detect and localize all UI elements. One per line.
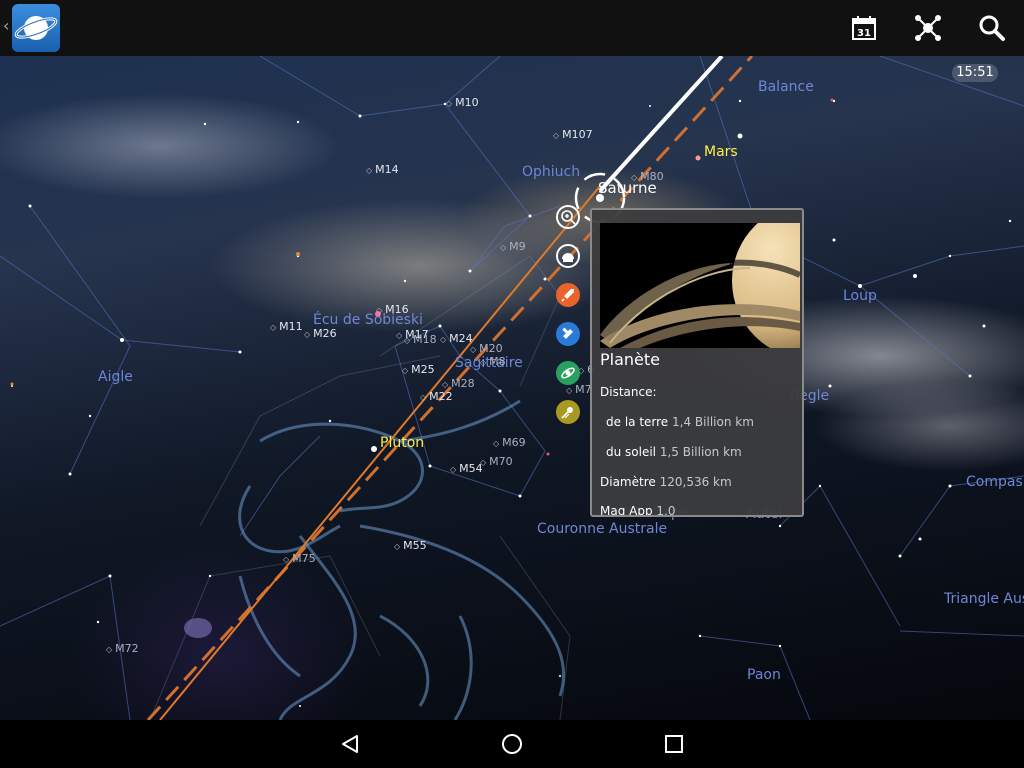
dso-label[interactable]: M11 — [270, 320, 303, 333]
constellation-label[interactable]: Compas — [966, 474, 1023, 490]
dso-label[interactable]: M72 — [106, 642, 139, 655]
magnitude-value: 1,0 — [656, 504, 676, 517]
dso-label[interactable]: M25 — [402, 363, 435, 376]
magnitude-row: Mag App 1,0 — [600, 504, 676, 517]
sky-view[interactable]: Ophiuch Balance Écu de Sobieski Aigle Sa… — [0, 56, 1024, 720]
diameter-value: 120,536 km — [659, 475, 732, 489]
sky-graphics — [0, 56, 1024, 720]
constellation-label[interactable]: Loup — [843, 288, 877, 304]
search-icon[interactable] — [976, 12, 1008, 44]
orbit-path-line — [159, 185, 601, 720]
saturn-image — [600, 223, 800, 348]
satellite-icon[interactable] — [556, 322, 580, 346]
rocket-icon[interactable] — [556, 283, 580, 307]
dso-label[interactable]: M28 — [442, 377, 475, 390]
planet-label-mars[interactable]: Mars — [704, 144, 738, 160]
observatory-icon[interactable] — [556, 244, 580, 268]
back-chevron[interactable]: ‹ — [3, 16, 9, 35]
dso-label[interactable]: M24 — [440, 332, 473, 345]
dso-label[interactable]: M69 — [493, 436, 526, 449]
dso-label[interactable]: M22 — [420, 390, 453, 403]
meteor-icon[interactable] — [556, 400, 580, 424]
dso-label[interactable]: M75 — [283, 552, 316, 565]
distance-sun-row: du soleil 1,5 Billion km — [606, 445, 742, 459]
distance-label: Distance: — [600, 385, 657, 399]
dso-label[interactable]: M18 — [404, 333, 437, 346]
magnitude-label: Mag App — [600, 504, 653, 517]
constellation-icon[interactable] — [912, 12, 944, 44]
dso-label[interactable]: M14 — [366, 163, 399, 176]
distance-earth-row: de la terre 1,4 Billion km — [606, 415, 754, 429]
nebula-glow — [184, 618, 212, 638]
dso-label[interactable]: M70 — [480, 455, 513, 468]
dso-label[interactable]: M10 — [446, 96, 479, 109]
object-info-panel[interactable]: Planète Distance: de la terre 1,4 Billio… — [590, 208, 804, 517]
recents-icon[interactable] — [662, 732, 686, 756]
planet-app-icon[interactable] — [12, 4, 60, 52]
dso-label[interactable]: M107 — [553, 128, 593, 141]
constellation-label[interactable]: Balance — [758, 79, 814, 95]
dso-label[interactable]: M20 — [470, 342, 503, 355]
top-bar: ‹ 31 — [0, 0, 1024, 56]
clock-badge[interactable]: 15:51 — [952, 64, 998, 82]
constellation-label[interactable]: Triangle Aus — [944, 591, 1024, 607]
constellation-label[interactable]: Ophiuch — [522, 164, 580, 180]
distance-earth-value: 1,4 Billion km — [672, 415, 754, 429]
home-icon[interactable] — [500, 732, 524, 756]
dso-label[interactable]: M16 — [376, 303, 409, 316]
object-type: Planète — [600, 350, 660, 369]
distance-sun-value: 1,5 Billion km — [659, 445, 742, 459]
constellation-lines — [0, 56, 1024, 720]
back-icon[interactable] — [338, 732, 362, 756]
constellation-label[interactable]: Couronne Australe — [537, 521, 667, 537]
selected-object-label[interactable]: Saturne — [598, 179, 657, 197]
orbit-icon[interactable] — [556, 361, 580, 385]
distance-earth-label: de la terre — [606, 415, 669, 429]
diameter-label: Diamètre — [600, 475, 656, 489]
dso-label[interactable]: M8 — [480, 355, 506, 368]
calendar-icon[interactable]: 31 — [848, 12, 880, 44]
dso-label[interactable]: M26 — [304, 327, 337, 340]
planet-label-pluton[interactable]: Pluton — [380, 435, 424, 451]
dso-label[interactable]: M54 — [450, 462, 483, 475]
dso-label[interactable]: M55 — [394, 539, 427, 552]
system-nav-bar — [0, 720, 1024, 768]
calendar-day: 31 — [857, 28, 871, 39]
zoom-icon[interactable] — [556, 205, 580, 229]
constellation-label[interactable]: Aigle — [98, 369, 133, 385]
distance-sun-label: du soleil — [606, 445, 657, 459]
constellation-label[interactable]: Paon — [747, 667, 781, 683]
diameter-row: Diamètre 120,536 km — [600, 475, 732, 489]
dso-label[interactable]: M9 — [500, 240, 526, 253]
